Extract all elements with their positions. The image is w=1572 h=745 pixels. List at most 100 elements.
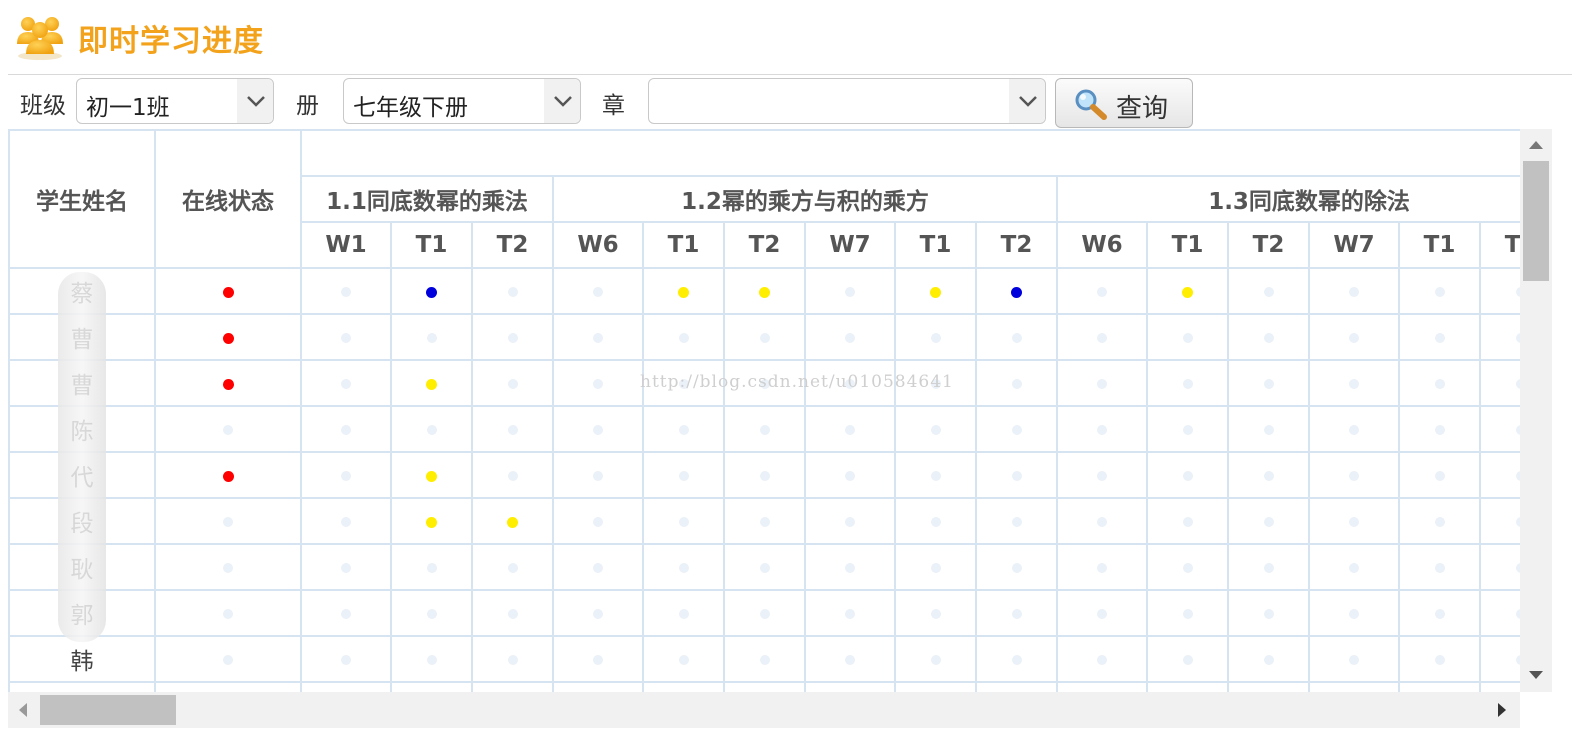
progress-cell[interactable] — [1398, 497, 1481, 545]
progress-cell[interactable] — [1398, 635, 1481, 683]
progress-cell[interactable] — [1478, 451, 1520, 499]
progress-cell[interactable] — [1227, 497, 1310, 545]
progress-cell[interactable] — [894, 497, 977, 545]
progress-cell[interactable] — [552, 359, 644, 407]
class-select[interactable]: 初一1班 — [76, 78, 274, 124]
horizontal-scrollbar[interactable] — [8, 692, 1520, 728]
progress-cell[interactable] — [390, 497, 473, 545]
progress-cell[interactable] — [390, 451, 473, 499]
progress-cell[interactable] — [894, 451, 977, 499]
progress-cell[interactable] — [552, 589, 644, 637]
progress-cell[interactable] — [390, 405, 473, 453]
progress-cell[interactable] — [1056, 543, 1148, 591]
progress-cell[interactable] — [723, 405, 806, 453]
table-row[interactable]: 郭 — [8, 589, 1520, 637]
progress-cell[interactable] — [390, 313, 473, 361]
progress-cell[interactable] — [471, 635, 554, 683]
progress-cell[interactable] — [300, 543, 392, 591]
scroll-right-arrow-icon[interactable] — [1498, 703, 1506, 717]
progress-cell[interactable] — [1478, 543, 1520, 591]
vertical-scroll-thumb[interactable] — [1523, 161, 1549, 281]
progress-cell[interactable] — [1056, 635, 1148, 683]
progress-cell[interactable] — [1227, 589, 1310, 637]
progress-cell[interactable] — [1308, 405, 1400, 453]
progress-cell[interactable] — [1227, 635, 1310, 683]
progress-cell[interactable] — [975, 543, 1058, 591]
progress-cell[interactable] — [1227, 681, 1310, 692]
progress-cell[interactable] — [804, 405, 896, 453]
progress-cell[interactable] — [642, 543, 725, 591]
progress-cell[interactable] — [723, 681, 806, 692]
progress-cell[interactable] — [1398, 267, 1481, 315]
progress-cell[interactable] — [552, 451, 644, 499]
progress-cell[interactable] — [471, 313, 554, 361]
progress-cell[interactable] — [804, 635, 896, 683]
progress-cell[interactable] — [642, 497, 725, 545]
progress-cell[interactable] — [975, 589, 1058, 637]
progress-cell[interactable] — [300, 267, 392, 315]
progress-cell[interactable] — [471, 405, 554, 453]
progress-cell[interactable] — [552, 497, 644, 545]
progress-cell[interactable] — [804, 451, 896, 499]
progress-cell[interactable] — [1146, 405, 1229, 453]
progress-cell[interactable] — [390, 543, 473, 591]
progress-cell[interactable] — [894, 405, 977, 453]
progress-cell[interactable] — [390, 589, 473, 637]
progress-cell[interactable] — [300, 497, 392, 545]
progress-cell[interactable] — [723, 451, 806, 499]
progress-cell[interactable] — [642, 313, 725, 361]
progress-cell[interactable] — [1398, 589, 1481, 637]
progress-cell[interactable] — [1398, 313, 1481, 361]
progress-cell[interactable] — [300, 635, 392, 683]
progress-cell[interactable] — [1308, 359, 1400, 407]
progress-cell[interactable] — [1146, 451, 1229, 499]
progress-cell[interactable] — [1056, 589, 1148, 637]
progress-cell[interactable] — [894, 589, 977, 637]
progress-cell[interactable] — [471, 543, 554, 591]
progress-cell[interactable] — [471, 681, 554, 692]
progress-cell[interactable] — [552, 313, 644, 361]
progress-cell[interactable] — [1478, 497, 1520, 545]
chapter-select[interactable] — [648, 78, 1046, 124]
progress-cell[interactable] — [975, 359, 1058, 407]
progress-cell[interactable] — [1056, 267, 1148, 315]
progress-cell[interactable] — [471, 451, 554, 499]
progress-cell[interactable] — [471, 589, 554, 637]
progress-cell[interactable] — [1308, 267, 1400, 315]
progress-cell[interactable] — [804, 267, 896, 315]
progress-cell[interactable] — [723, 635, 806, 683]
table-row[interactable]: 段 — [8, 497, 1520, 545]
progress-cell[interactable] — [723, 313, 806, 361]
progress-cell[interactable] — [1146, 359, 1229, 407]
progress-cell[interactable] — [1056, 313, 1148, 361]
progress-cell[interactable] — [1146, 497, 1229, 545]
progress-cell[interactable] — [642, 589, 725, 637]
progress-cell[interactable] — [390, 681, 473, 692]
progress-cell[interactable] — [1056, 405, 1148, 453]
progress-cell[interactable] — [1398, 359, 1481, 407]
progress-cell[interactable] — [1146, 543, 1229, 591]
progress-cell[interactable] — [804, 497, 896, 545]
progress-cell[interactable] — [1056, 497, 1148, 545]
vertical-scrollbar[interactable] — [1520, 129, 1552, 692]
progress-cell[interactable] — [552, 543, 644, 591]
table-row[interactable]: 代 — [8, 451, 1520, 499]
progress-cell[interactable] — [300, 359, 392, 407]
scroll-left-arrow-icon[interactable] — [19, 703, 27, 717]
progress-cell[interactable] — [975, 497, 1058, 545]
progress-cell[interactable] — [390, 635, 473, 683]
progress-cell[interactable] — [1308, 313, 1400, 361]
progress-cell[interactable] — [300, 313, 392, 361]
table-row[interactable]: 韩 — [8, 635, 1520, 683]
progress-cell[interactable] — [1398, 681, 1481, 692]
progress-cell[interactable] — [894, 543, 977, 591]
table-row[interactable]: 耿 — [8, 543, 1520, 591]
progress-cell[interactable] — [1056, 359, 1148, 407]
progress-cell[interactable] — [300, 405, 392, 453]
progress-cell[interactable] — [1478, 405, 1520, 453]
chevron-down-icon[interactable] — [237, 79, 273, 123]
progress-cell[interactable] — [1478, 681, 1520, 692]
progress-cell[interactable] — [1478, 313, 1520, 361]
progress-cell[interactable] — [642, 451, 725, 499]
progress-cell[interactable] — [471, 359, 554, 407]
